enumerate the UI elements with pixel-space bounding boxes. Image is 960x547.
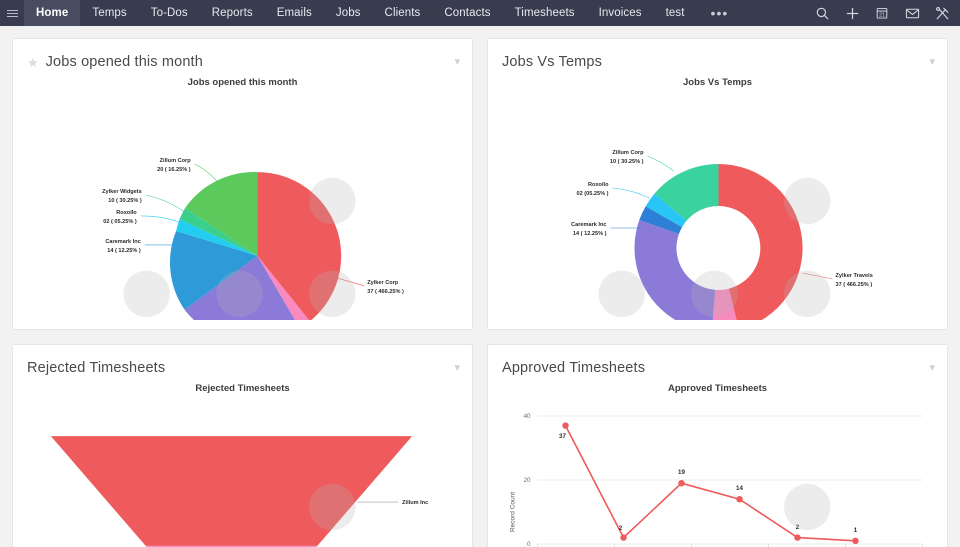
nav-item-reports[interactable]: Reports: [200, 0, 265, 26]
nav-item-label: Clients: [384, 7, 421, 19]
pie-chart-jobs-opened: Zylker Corp 37 ( 466.25% ) Zillum Inc 2 …: [13, 88, 472, 320]
nav-item-label: Jobs: [335, 7, 361, 19]
nav-item-jobs[interactable]: Jobs: [324, 0, 373, 26]
chevron-down-icon[interactable]: ▾: [454, 362, 460, 374]
hamburger-icon[interactable]: [0, 0, 24, 26]
chevron-down-icon[interactable]: ▾: [929, 362, 935, 374]
widget-header: Rejected Timesheets ▾: [13, 345, 472, 379]
resize-handle[interactable]: [487, 85, 944, 317]
nav-overflow-label: •••: [710, 5, 729, 21]
widget-rejected-timesheets: Rejected Timesheets ▾ Rejected Timesheet…: [12, 344, 473, 547]
nav-item-label: Timesheets: [514, 7, 575, 19]
widget-header: ★ Jobs opened this month ▾: [13, 39, 472, 73]
nav-item-emails[interactable]: Emails: [265, 0, 324, 26]
nav-item-label: Reports: [211, 7, 253, 19]
nav-item-label: Contacts: [444, 7, 491, 19]
nav-item-contacts[interactable]: Contacts: [432, 0, 502, 26]
nav-item-to-dos[interactable]: To-Dos: [139, 0, 200, 26]
nav-item-label: Temps: [92, 7, 127, 19]
donut-chart-jobs-vs-temps: Zylker Travels 37 ( 466.25% ) Zillum Cor…: [488, 88, 947, 320]
nav-item-label: Home: [36, 7, 69, 19]
nav-item-test[interactable]: test: [654, 0, 697, 26]
page-title: Approved Timesheets: [502, 360, 646, 376]
chevron-down-icon[interactable]: ▾: [454, 56, 460, 68]
page-title: Jobs opened this month: [45, 54, 203, 70]
resize-handle[interactable]: [487, 391, 944, 547]
search-icon[interactable]: [814, 5, 830, 21]
nav-item-timesheets[interactable]: Timesheets: [503, 0, 587, 26]
resize-handle[interactable]: [12, 85, 469, 317]
chevron-down-icon[interactable]: ▾: [929, 56, 935, 68]
line-chart-approved-timesheets: Record Count 40 20 0 37 2 19 14 1: [488, 394, 947, 547]
nav-item-label: To-Dos: [150, 7, 188, 19]
plus-icon[interactable]: [844, 5, 860, 21]
nav-item-label: test: [665, 7, 685, 19]
funnel-chart-rejected-timesheets: Zillum Inc Zylker Travels Zylker Corp: [13, 394, 472, 547]
page-title: Rejected Timesheets: [27, 360, 166, 376]
widget-approved-timesheets: Approved Timesheets ▾ Approved Timesheet…: [487, 344, 948, 547]
star-icon[interactable]: ★: [27, 56, 39, 69]
widget-header: Approved Timesheets ▾: [488, 345, 947, 379]
tools-icon[interactable]: [934, 5, 950, 21]
nav-items: Home Temps To-Dos Reports Emails Jobs Cl…: [24, 0, 742, 26]
nav-item-clients[interactable]: Clients: [373, 0, 433, 26]
nav-item-invoices[interactable]: Invoices: [587, 0, 654, 26]
nav-overflow-button[interactable]: •••: [697, 0, 743, 26]
nav-item-home[interactable]: Home: [24, 0, 81, 26]
nav-item-temps[interactable]: Temps: [80, 0, 138, 26]
top-navigation-bar: Home Temps To-Dos Reports Emails Jobs Cl…: [0, 0, 960, 26]
dashboard-grid: ★ Jobs opened this month ▾ Jobs opened t…: [0, 26, 960, 547]
page-title: Jobs Vs Temps: [502, 54, 603, 70]
widget-jobs-opened-this-month: ★ Jobs opened this month ▾ Jobs opened t…: [12, 38, 473, 330]
resize-handle[interactable]: [12, 391, 469, 547]
nav-item-label: Emails: [276, 7, 312, 19]
mail-icon[interactable]: [904, 5, 920, 21]
svg-text:21: 21: [879, 13, 885, 19]
calendar-icon[interactable]: 21: [874, 5, 890, 21]
widget-jobs-vs-temps: Jobs Vs Temps ▾ Jobs Vs Temps Zylker Tra…: [487, 38, 948, 330]
widget-header: Jobs Vs Temps ▾: [488, 39, 947, 73]
nav-item-label: Invoices: [598, 7, 642, 19]
nav-right-icons: 21: [814, 0, 960, 26]
